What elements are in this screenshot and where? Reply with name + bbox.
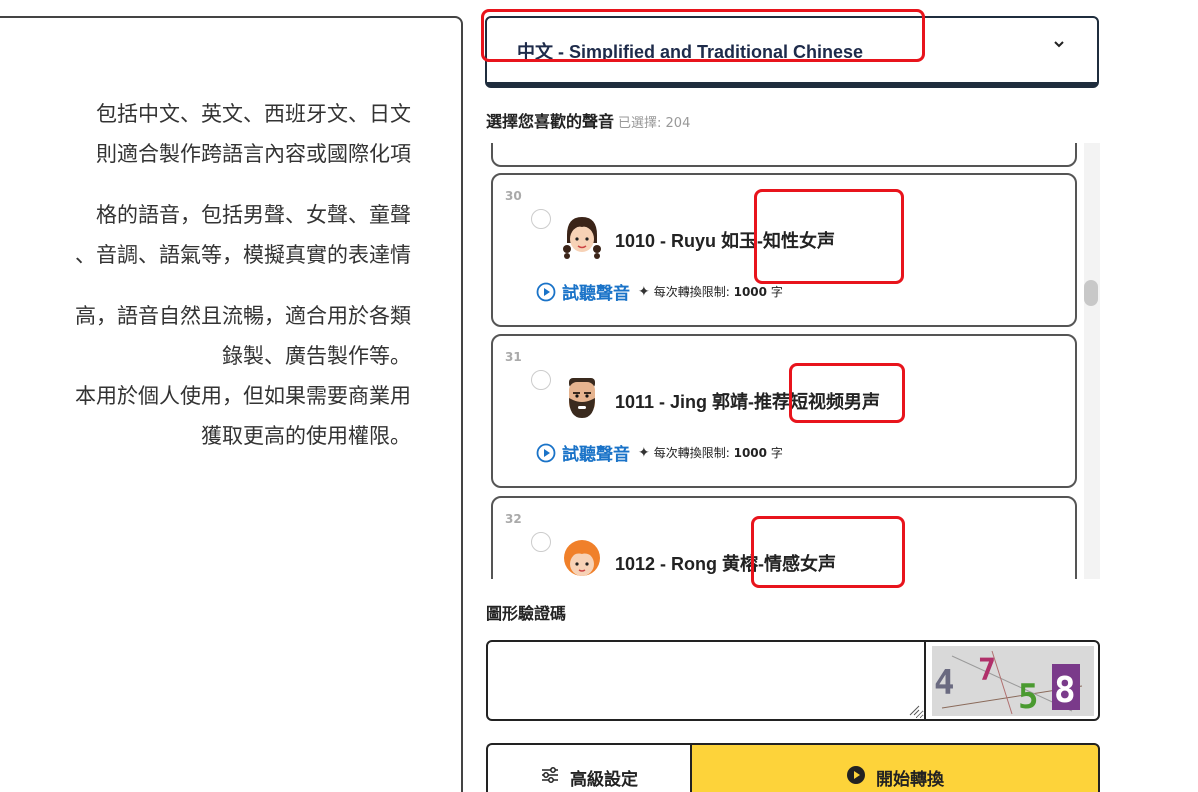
voice-name: 1010 - Ruyu 如玉-知性女声 [615,231,836,251]
voice-radio[interactable] [531,532,551,552]
description-line: 錄製、廣告製作等。 [222,344,411,368]
description-line: 包括中文、英文、西班牙文、日文 [96,102,411,126]
captcha-char: 4 [934,663,954,703]
sparkle-icon: ✦ [638,444,650,461]
description-gap [0,275,440,296]
captcha-char: 5 [1018,677,1038,716]
sparkle-icon: ✦ [638,283,650,300]
voice-number: 30 [505,189,522,203]
voice-name: 1012 - Rong 黄榕-情感女声 [615,554,837,574]
captcha-char: 7 [978,653,996,688]
captcha-heading: 圖形驗證碼 [486,604,567,623]
captcha-input[interactable] [488,642,924,719]
description-text: 包括中文、英文、西班牙文、日文 則適合製作跨語言內容或國際化項 格的語音，包括男… [0,94,440,456]
voice-card[interactable] [491,143,1077,167]
play-icon [847,766,865,784]
sliders-icon [542,767,558,783]
voice-section-heading: 選擇您喜歡的聲音 已選擇: 204 [486,108,690,132]
advanced-settings-label: 高級設定 [570,770,638,790]
voice-list-scrollbar[interactable] [1084,143,1100,579]
voice-card[interactable]: 31 1011 - Jing 郭靖-推荐短视频男声 試聽聲音 ✦ 每次轉換限制:… [491,334,1077,488]
listen-button[interactable]: 試聽聲音 [562,440,630,465]
listen-row: 試聽聲音 ✦ 每次轉換限制: 1000 字 [536,440,783,465]
captcha-container: 4 7 5 8 [486,640,1100,721]
voice-name: 1011 - Jing 郭靖-推荐短视频男声 [615,392,881,412]
description-line: 高，語音自然且流暢，適合用於各類 [75,304,411,328]
description-line: 本用於個人使用，但如果需要商業用 [75,384,411,408]
limit-unit: 字 [770,285,783,299]
limit-value: 1000 [733,446,768,460]
limit-prefix: 每次轉換限制: [653,285,730,299]
limit-prefix: 每次轉換限制: [653,446,730,460]
girl-braids-avatar-icon [563,217,601,259]
captcha-image[interactable]: 4 7 5 8 [932,646,1094,716]
chevron-down-icon [1054,41,1064,48]
description-line: 、音調、語氣等，模擬真實的表達情 [75,243,411,267]
play-circle-icon[interactable] [536,282,556,302]
description-line: 則適合製作跨語言內容或國際化項 [96,142,411,166]
captcha-char: 8 [1054,670,1076,711]
language-select[interactable]: 中文 - Simplified and Traditional Chinese [485,16,1099,88]
advanced-settings-button[interactable]: 高級設定 [486,743,690,792]
play-circle-icon[interactable] [536,443,556,463]
language-select-value: 中文 - Simplified and Traditional Chinese [517,42,864,62]
voice-card[interactable]: 32 1012 - Rong 黄榕-情感女声 [491,496,1077,579]
orange-hair-girl-avatar-icon [564,540,600,576]
description-gap [0,174,440,195]
bearded-man-avatar-icon [569,378,595,418]
description-line: 格的語音，包括男聲、女聲、童聲 [96,203,411,227]
limit-unit: 字 [770,446,783,460]
listen-button[interactable]: 試聽聲音 [562,279,630,304]
voice-number: 31 [505,350,522,364]
voice-radio[interactable] [531,370,551,390]
voice-card[interactable]: 30 1010 - Ruyu 如玉-知性女声 試聽聲音 ✦ 每次轉換限制: 10… [491,173,1077,327]
limit-value: 1000 [733,285,768,299]
resize-grip-icon[interactable] [908,704,920,716]
start-conversion-label: 開始轉換 [876,770,944,790]
conversion-limit: 每次轉換限制: 1000 字 [654,444,783,461]
voice-heading-label: 選擇您喜歡的聲音 [486,112,615,131]
selected-count: 已選擇: 204 [618,116,691,131]
voice-number: 32 [505,512,522,526]
start-conversion-button[interactable]: 開始轉換 [690,743,1100,792]
voice-list[interactable]: 30 1010 - Ruyu 如玉-知性女声 試聽聲音 ✦ 每次轉換限制: 10… [486,143,1100,579]
conversion-limit: 每次轉換限制: 1000 字 [654,283,783,300]
scrollbar-thumb[interactable] [1084,280,1098,306]
listen-row: 試聽聲音 ✦ 每次轉換限制: 1000 字 [536,279,783,304]
description-line: 獲取更高的使用權限。 [201,424,411,448]
voice-radio[interactable] [531,209,551,229]
captcha-divider [924,642,926,719]
